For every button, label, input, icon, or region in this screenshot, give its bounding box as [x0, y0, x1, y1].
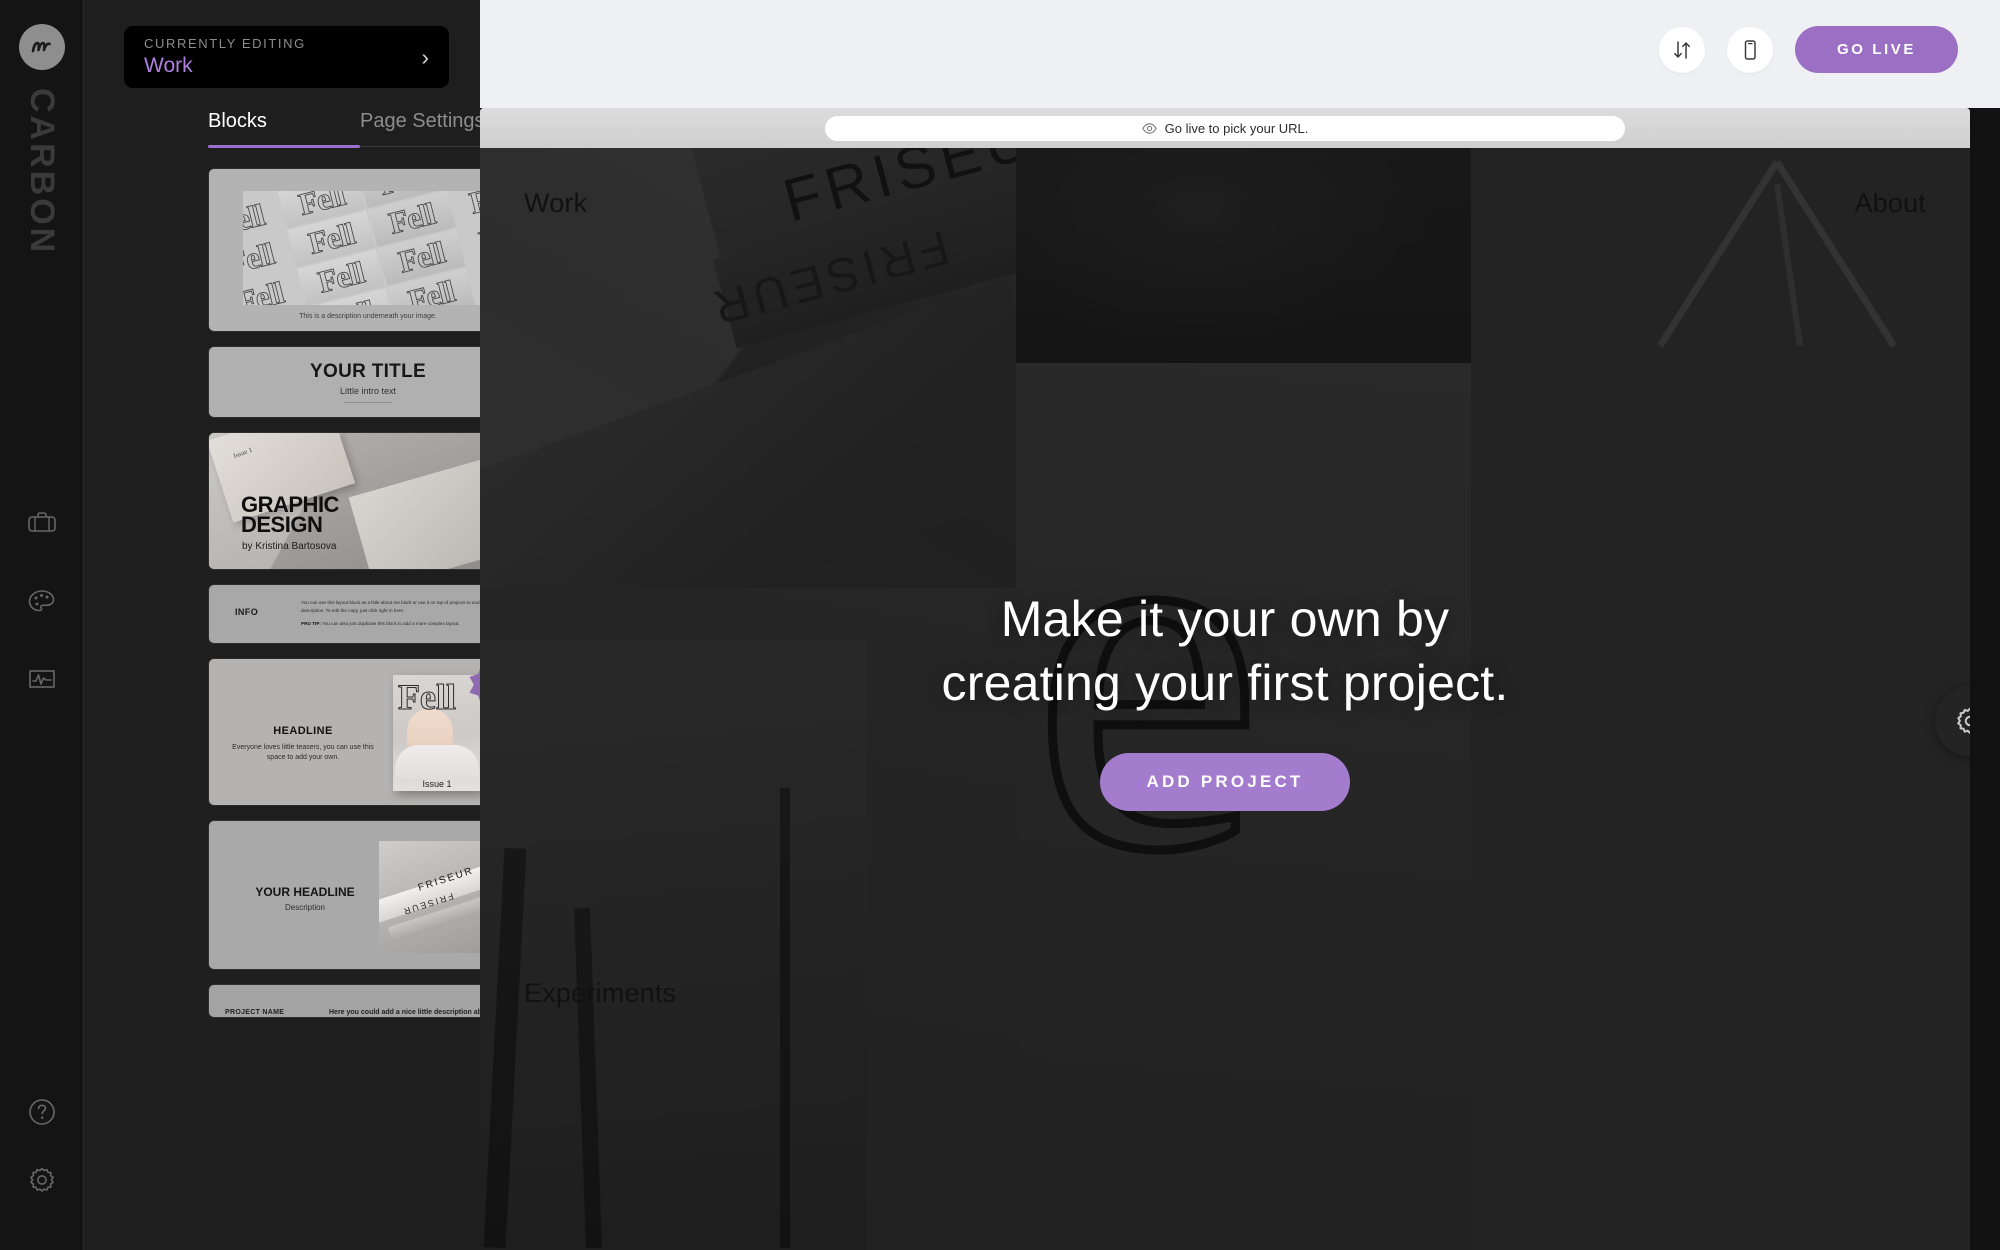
star-burst-icon — [469, 668, 480, 702]
hero-section: Make it your own by creating your first … — [480, 148, 1970, 1250]
reorder-button[interactable] — [1658, 26, 1705, 73]
currently-editing-label: CURRENTLY EDITING — [144, 35, 306, 51]
block-body: Everyone loves little teasers, you can u… — [232, 744, 374, 762]
add-project-button[interactable]: ADD PROJECT — [1100, 753, 1350, 811]
block-magazine-image: Fell Issue 1 — [393, 675, 480, 791]
block-subtitle: Little intro text — [339, 386, 397, 396]
panel-tabs: Blocks Page Settings — [208, 110, 480, 146]
sort-arrows-icon — [1674, 40, 1690, 59]
hero-heading-line2: creating your first project. — [941, 655, 1509, 711]
editor-panel: CURRENTLY EDITING Work › Blocks Page Set… — [84, 0, 480, 1250]
tab-page-settings[interactable]: Page Settings — [360, 110, 480, 146]
m-logo-icon — [31, 41, 51, 53]
decorative-figure — [395, 745, 479, 779]
list-item[interactable]: YOUR HEADLINE Description FRISEUR FRISEU… — [208, 820, 480, 970]
mobile-preview-button[interactable] — [1726, 26, 1773, 73]
mobile-preview-icon — [1744, 39, 1756, 60]
briefcase-icon — [28, 512, 56, 532]
analytics-icon — [29, 670, 55, 688]
block-project-name: PROJECT NAME — [225, 1009, 285, 1016]
block-body-text: You can use this layout block as a littl… — [301, 600, 480, 613]
currently-editing-text: CURRENTLY EDITING Work — [144, 36, 421, 78]
block-tip-label: PRO TIP: — [301, 621, 321, 627]
palette-icon — [28, 590, 55, 612]
settings-button[interactable] — [24, 1162, 60, 1198]
magazine-issue: Issue 1 — [422, 779, 452, 789]
eye-icon — [1141, 122, 1157, 134]
block-body: You can use this layout block as a littl… — [301, 599, 480, 628]
block-project-description: Here you could add a nice little descrip… — [329, 1009, 480, 1016]
tab-active-indicator — [208, 145, 360, 148]
list-item[interactable]: PROJECT NAME Here you could add a nice l… — [208, 984, 480, 1018]
block-caption: This is a description underneath your im… — [299, 313, 437, 320]
list-item[interactable]: Fell Fell Fell Fell Fell Fell Fell Fell … — [208, 168, 480, 332]
tab-blocks[interactable]: Blocks — [208, 110, 360, 146]
block-image: Fell Fell Fell Fell Fell Fell Fell Fell … — [243, 191, 480, 305]
block-label: INFO — [235, 607, 259, 617]
block-list[interactable]: Fell Fell Fell Fell Fell Fell Fell Fell … — [208, 168, 480, 1250]
block-description: Description — [284, 903, 325, 912]
url-bar: Go live to pick your URL. — [480, 108, 1970, 148]
block-headline: HEADLINE — [273, 725, 333, 737]
currently-editing-value: Work — [144, 54, 193, 78]
list-item[interactable]: Issue 1 GRAPHIC DESIGN by Kristina Barto… — [208, 432, 480, 570]
block-rule — [344, 402, 392, 403]
help-circle-icon — [29, 1099, 55, 1125]
block-headline: YOUR HEADLINE — [255, 885, 355, 899]
block-title: GRAPHIC DESIGN — [241, 494, 339, 538]
app-root: CARBON CURRENTLY EDITING Work › Blocks P… — [0, 0, 2000, 1250]
currently-editing-card[interactable]: CURRENTLY EDITING Work › — [124, 26, 449, 88]
sidebar-item-projects[interactable] — [24, 505, 60, 541]
sidebar-item-analytics[interactable] — [24, 661, 60, 697]
left-rail: CARBON — [0, 0, 84, 1250]
chevron-right-icon: › — [421, 43, 429, 70]
gear-icon — [30, 1167, 54, 1192]
brand-vertical: CARBON — [0, 88, 84, 255]
site-preview-browser: Go live to pick your URL. FRISEUR FRISEU… — [480, 108, 1970, 1250]
gear-icon — [1957, 707, 1970, 734]
block-title-line2: DESIGN — [241, 512, 323, 538]
url-input[interactable]: Go live to pick your URL. — [825, 115, 1625, 141]
block-image: FRISEUR FRISEUR — [379, 841, 480, 953]
site-canvas[interactable]: FRISEUR FRISEUR e Work About Experiments… — [480, 148, 1970, 1250]
list-item[interactable]: INFO You can use this layout block as a … — [208, 584, 480, 644]
block-tip: PRO TIP: You can also just duplicate thi… — [301, 620, 480, 628]
top-bar: GO LIVE — [480, 0, 2000, 108]
magazine-masthead: Fell — [398, 677, 457, 717]
sidebar-item-design[interactable] — [24, 583, 60, 619]
url-message: Go live to pick your URL. — [1164, 120, 1309, 136]
fell-pattern: Fell Fell Fell Fell Fell Fell Fell Fell … — [243, 191, 480, 305]
pro-badge: PRO — [469, 661, 480, 713]
rail-bottom-nav — [0, 1094, 84, 1198]
brand-name: CARBON — [23, 88, 61, 256]
list-item[interactable]: YOUR TITLE Little intro text — [208, 346, 480, 418]
go-live-button[interactable]: GO LIVE — [1794, 26, 1958, 73]
avatar[interactable] — [19, 24, 65, 70]
top-bar-actions: GO LIVE — [1658, 26, 1958, 73]
block-title: YOUR TITLE — [310, 361, 426, 382]
hero-heading: Make it your own by creating your first … — [942, 587, 1509, 715]
hero-heading-line1: Make it your own by — [1000, 591, 1450, 647]
block-byline: by Kristina Bartosova — [242, 541, 337, 552]
list-item[interactable]: HEADLINE Everyone loves little teasers, … — [208, 658, 480, 806]
rail-nav — [0, 505, 84, 697]
help-button[interactable] — [24, 1094, 60, 1130]
block-tip-body: You can also just duplicate this block t… — [320, 621, 460, 627]
